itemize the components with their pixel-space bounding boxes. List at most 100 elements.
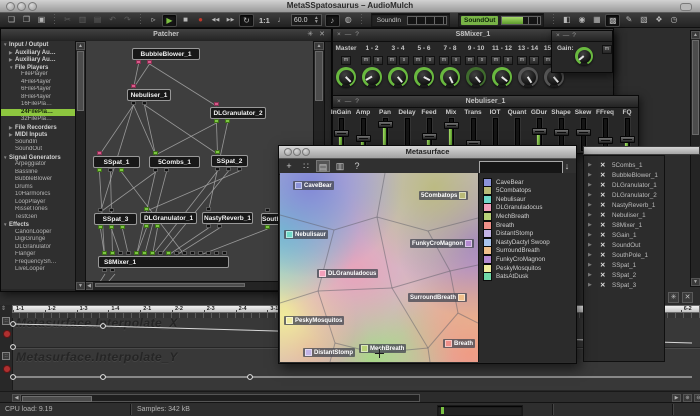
legend-item-batsatdusk[interactable]: BatsAtDusk — [483, 273, 528, 281]
minimize-traffic-light[interactable] — [293, 148, 301, 156]
legend-item-cavebear[interactable]: CaveBear — [483, 178, 524, 186]
input-pin[interactable] — [222, 251, 227, 255]
palette-item-input-output[interactable]: ▼Input / Output — [1, 41, 75, 49]
expand-arrow-icon[interactable]: ▶ — [588, 182, 592, 188]
doc-list-item-nastyreverb_1[interactable]: ▶✕NastyReverb_1 — [584, 200, 664, 210]
sound-in-meter[interactable]: SoundIn — [371, 13, 450, 27]
scroll-down-arrow[interactable]: ▼ — [691, 278, 700, 286]
palette-item-6fileplayer[interactable]: 6FilePlayer — [1, 86, 75, 94]
snapshot-chip-surroundbreath[interactable]: SurroundBreath — [408, 293, 467, 302]
output-pin[interactable] — [97, 168, 102, 172]
open-file-icon[interactable]: ❐ — [20, 14, 33, 26]
input-pin[interactable] — [118, 251, 123, 255]
legend-item-peskymosquitos[interactable]: PeskyMosquitos — [483, 264, 541, 272]
follow-playback-icon[interactable]: ▹ — [147, 14, 160, 26]
snapshots-view-icon[interactable]: ▦ — [590, 14, 603, 26]
expand-arrow-icon[interactable]: ▶ — [588, 282, 592, 288]
palette-item-soundin[interactable]: SoundIn — [1, 139, 75, 147]
solo-button[interactable]: s — [451, 56, 461, 65]
slider-handle[interactable] — [378, 121, 393, 128]
legend-item-distantstomp[interactable]: DistantStomp — [483, 230, 533, 238]
timeline-hscrollbar[interactable]: ◀ — [12, 394, 420, 402]
palette-scrollbar[interactable]: ▲ ▼ — [75, 41, 86, 291]
legend-item-nebulisaur[interactable]: Nebulisaur — [483, 195, 526, 203]
scroll-left-arrow[interactable]: ◀ — [12, 394, 21, 402]
track-y-enable-checkbox[interactable]: ∷ — [2, 352, 10, 360]
close-traffic-light[interactable] — [284, 148, 292, 156]
doc-list-item-sgain_1[interactable]: ▶✕SGain_1 — [584, 230, 664, 240]
close-icon[interactable]: × — [556, 32, 563, 39]
legend-item-dlgranuladocus[interactable]: DLGranuladocus — [483, 204, 542, 212]
snapshot-chip-5combatops[interactable]: 5Combatops — [419, 191, 468, 200]
snapshot-chip-dlgranuladocus[interactable]: DLGranuladocus — [317, 269, 378, 278]
input-pin[interactable] — [198, 251, 203, 255]
input-pin[interactable] — [265, 208, 270, 212]
solo-button[interactable]: s — [529, 56, 539, 65]
slider-handle[interactable] — [334, 130, 349, 137]
mute-button[interactable]: m — [465, 56, 475, 65]
output-pin[interactable] — [237, 167, 242, 171]
expand-arrow-icon[interactable]: ▶ — [588, 192, 592, 198]
mute-button[interactable]: m — [387, 56, 397, 65]
tempo-spinner[interactable]: 60.0▲▼ — [291, 14, 322, 26]
input-pin[interactable] — [215, 150, 220, 154]
output-pin[interactable] — [147, 60, 152, 64]
remove-icon[interactable]: ✕ — [600, 201, 605, 209]
output-pin[interactable] — [108, 168, 113, 172]
remove-icon[interactable]: ✕ — [600, 281, 605, 289]
automation-gear-button[interactable]: ✳ — [668, 292, 679, 303]
remove-icon[interactable]: ✕ — [600, 211, 605, 219]
scroll-up-arrow[interactable]: ▲ — [691, 31, 700, 39]
mixer-knob-13-14[interactable] — [518, 67, 538, 87]
palette-item-fileplayer[interactable]: FilePlayer — [1, 71, 75, 79]
properties-view-icon[interactable]: ▧ — [637, 14, 650, 26]
solo-button[interactable]: s — [399, 56, 409, 65]
scroll-up-arrow[interactable]: ▲ — [314, 42, 324, 50]
loop-icon[interactable]: ↻ — [239, 14, 254, 27]
zoom-out-icon[interactable]: ⊖ — [694, 394, 700, 402]
legend-item-5combatops[interactable]: 5Combatops — [483, 187, 531, 195]
patch-node-sspat_3[interactable]: SSpat_3 — [94, 213, 137, 225]
input-pin[interactable] — [97, 151, 102, 155]
splitter-handle[interactable]: ⇕ — [1, 305, 11, 313]
doc-list-item-s8mixer_1[interactable]: ▶✕S8Mixer_1 — [584, 220, 664, 230]
track-y-record-dot[interactable] — [3, 365, 11, 373]
remove-icon[interactable]: ✕ — [600, 251, 605, 259]
toolbar-toggle-button[interactable] — [680, 3, 692, 11]
metronome-icon[interactable]: ♩ — [275, 14, 288, 26]
slider-handle[interactable] — [444, 122, 459, 129]
mute-button[interactable]: m — [413, 56, 423, 65]
mute-button[interactable]: m — [517, 56, 527, 65]
scroll-left-arrow[interactable]: ◀ — [85, 282, 93, 290]
mixer-knob-5-6[interactable] — [414, 67, 434, 87]
palette-item-bubbleblower[interactable]: BubbleBlower — [1, 176, 75, 184]
mute-button[interactable]: m — [439, 56, 449, 65]
scroll-thumb[interactable] — [315, 51, 323, 101]
doc-list-item-nebuliser_1[interactable]: ▶✕Nebuliser_1 — [584, 210, 664, 220]
expand-arrow-icon[interactable]: ▶ — [588, 262, 592, 268]
palette-item-10harmonics[interactable]: 10Harmonics — [1, 191, 75, 199]
palette-item-effects[interactable]: ▼Effects — [1, 221, 75, 229]
palette-item-auxiliary-au-[interactable]: ▶Auxiliary Au… — [1, 56, 75, 64]
metasurface-view-icon[interactable]: ▩ — [605, 14, 620, 27]
remove-icon[interactable]: ✕ — [600, 231, 605, 239]
mute-button[interactable]: m — [491, 56, 501, 65]
snapshot-chip-cavebear[interactable]: CaveBear — [293, 181, 334, 190]
minimize-icon[interactable]: — — [345, 31, 356, 38]
palette-item-dlgranulator[interactable]: DLGranulator — [1, 244, 75, 252]
palette-item-livelooper[interactable]: LiveLooper — [1, 266, 75, 274]
legend-item-mechbreath[interactable]: MechBreath — [483, 212, 529, 220]
palette-item-auxiliary-au-[interactable]: ▶Auxiliary Au… — [1, 49, 75, 57]
patch-node-sspat_2[interactable]: SSpat_2 — [211, 155, 248, 167]
save-file-icon[interactable]: ▣ — [35, 14, 48, 26]
remove-icon[interactable]: ✕ — [600, 191, 605, 199]
close-icon[interactable]: × — [337, 31, 345, 38]
patch-node-5combs_1[interactable]: 5Combs_1 — [149, 156, 200, 168]
legend-item-nastydactyl-swoop[interactable]: NastyDactyl Swoop — [483, 238, 550, 246]
legend-item-funkycromagnon[interactable]: FunkyCroMagnon — [483, 255, 545, 263]
output-pin[interactable] — [109, 225, 114, 229]
scroll-thumb[interactable] — [95, 283, 245, 287]
palette-item-file-players[interactable]: ▼File Players — [1, 64, 75, 72]
patch-node-bubbleblower_1[interactable]: BubbleBlower_1 — [132, 48, 200, 60]
palette-item-frequencysh-[interactable]: FrequencySh… — [1, 259, 75, 267]
